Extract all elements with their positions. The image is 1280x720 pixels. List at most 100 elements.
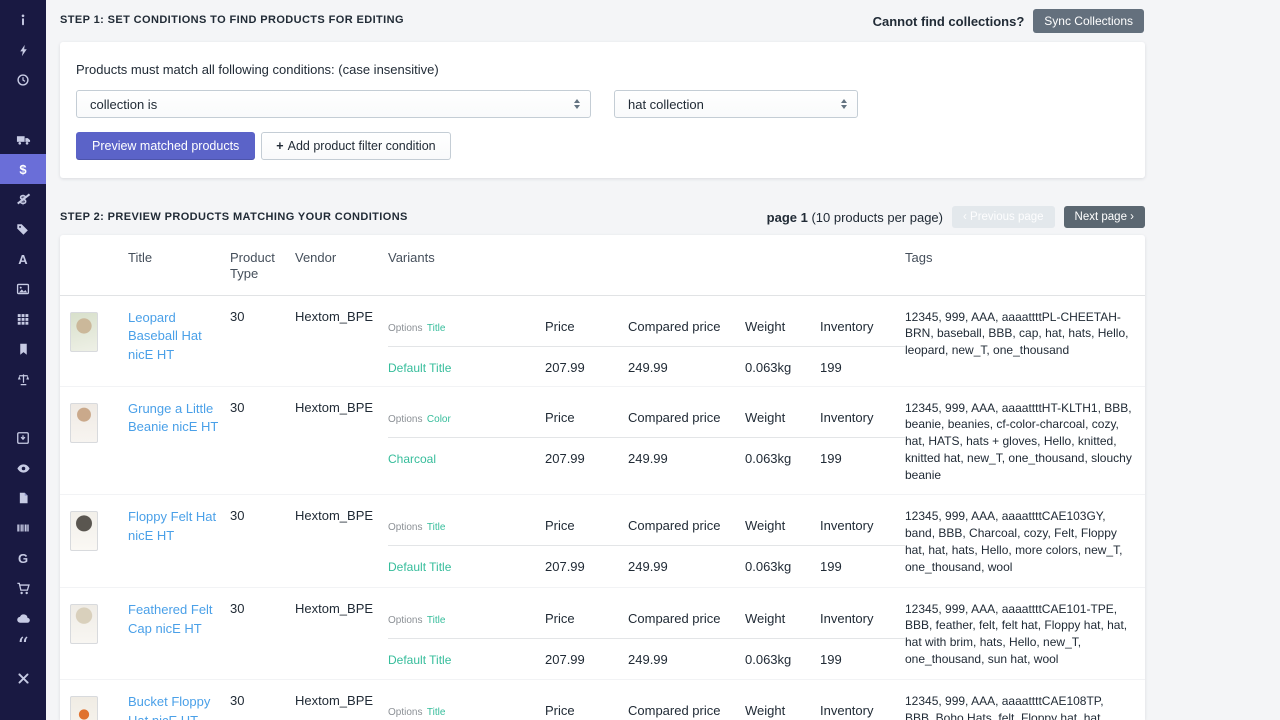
pagination: page 1 (10 products per page) ‹ Previous…: [767, 206, 1145, 228]
product-title-link[interactable]: Bucket Floppy Hat nicE HT: [128, 693, 230, 720]
sidebar-item-google[interactable]: G: [0, 543, 46, 573]
variant-price: 207.99: [545, 360, 628, 375]
sidebar-item-barcode[interactable]: [0, 513, 46, 543]
product-tags: 12345, 999, AAA, aaaattttHT-KLTH1, BBB, …: [905, 400, 1145, 484]
condition-field-value: collection is: [90, 97, 157, 112]
variant-price: 207.99: [545, 559, 628, 574]
next-page-button[interactable]: Next page ›: [1064, 206, 1145, 228]
product-thumbnail[interactable]: [70, 604, 98, 644]
header-vendor: Vendor: [295, 250, 388, 283]
sidebar-item-cart[interactable]: [0, 573, 46, 603]
condition-field-select[interactable]: collection is: [76, 90, 591, 118]
select-stepper-icon: [574, 99, 580, 109]
variant-name: Default Title: [388, 361, 545, 375]
product-thumbnail[interactable]: [70, 696, 98, 720]
header-product-type: Product Type: [230, 250, 295, 283]
product-title-link[interactable]: Grunge a Little Beanie nicE HT: [128, 400, 230, 438]
sidebar-item-tools[interactable]: [0, 663, 46, 693]
variant-compared-price: 249.99: [628, 360, 745, 375]
options-label: Options: [388, 615, 422, 626]
variants-cell: Options Title Price Compared price Weigh…: [388, 517, 905, 575]
price-header: Price: [545, 703, 628, 718]
previous-page-button[interactable]: ‹ Previous page: [952, 206, 1055, 228]
option-name: Title: [427, 615, 446, 626]
variant-inventory: 199: [820, 559, 905, 574]
inbox-icon: [16, 431, 30, 445]
plus-icon: +: [276, 139, 283, 153]
truck-icon: [16, 132, 31, 147]
table-header-row: Title Product Type Vendor Variants Tags: [60, 235, 1145, 296]
variant-weight: 0.063kg: [745, 559, 820, 574]
eye-icon: [16, 461, 31, 476]
sidebar-item-inbox[interactable]: [0, 423, 46, 453]
preview-matched-products-button[interactable]: Preview matched products: [76, 132, 255, 160]
variant-name: Default Title: [388, 653, 545, 667]
table-row: Floppy Felt Hat nicE HT 30 Hextom_BPE Op…: [60, 495, 1145, 587]
sidebar-item-info[interactable]: [0, 5, 46, 35]
product-type: 30: [230, 508, 295, 575]
options-label: Options: [388, 522, 422, 533]
page-info: (10 products per page): [811, 210, 943, 225]
add-filter-condition-button[interactable]: +Add product filter condition: [261, 132, 450, 160]
top-right-actions: Cannot find collections? Sync Collection…: [873, 9, 1144, 33]
product-title-link[interactable]: Leopard Baseball Hat nicE HT: [128, 309, 230, 366]
variant-inventory: 199: [820, 652, 905, 667]
price-header: Price: [545, 410, 628, 425]
sidebar-item-dollar-off[interactable]: $: [0, 184, 46, 214]
inventory-header: Inventory: [820, 611, 905, 626]
inventory-header: Inventory: [820, 518, 905, 533]
variant-weight: 0.063kg: [745, 451, 820, 466]
sidebar-item-quote[interactable]: “: [0, 633, 46, 663]
options-label: Options: [388, 323, 422, 334]
cart-icon: [16, 581, 31, 596]
sidebar-item-grid[interactable]: [0, 304, 46, 334]
conditions-card: Products must match all following condit…: [60, 42, 1145, 178]
step2-heading: STEP 2: PREVIEW PRODUCTS MATCHING YOUR C…: [60, 211, 408, 223]
table-row: Feathered Felt Cap nicE HT 30 Hextom_BPE…: [60, 588, 1145, 680]
sidebar-item-eye[interactable]: [0, 453, 46, 483]
sidebar-item-image[interactable]: [0, 274, 46, 304]
sidebar-item-dollar[interactable]: $: [0, 154, 46, 184]
sidebar-item-lightning[interactable]: [0, 35, 46, 65]
sidebar-item-cloud[interactable]: [0, 603, 46, 633]
sidebar-item-tag[interactable]: [0, 214, 46, 244]
table-row: Grunge a Little Beanie nicE HT 30 Hextom…: [60, 387, 1145, 496]
condition-value-text: hat collection: [628, 97, 704, 112]
product-thumbnail[interactable]: [70, 312, 98, 352]
sidebar-item-truck[interactable]: [0, 124, 46, 154]
product-thumbnail[interactable]: [70, 403, 98, 443]
product-type: 30: [230, 309, 295, 375]
inventory-header: Inventory: [820, 410, 905, 425]
product-tags: 12345, 999, AAA, aaaattttCAE108TP, BBB, …: [905, 693, 1145, 720]
sidebar: $$ A G “: [0, 0, 46, 720]
condition-value-select[interactable]: hat collection: [614, 90, 858, 118]
product-thumbnail[interactable]: [70, 511, 98, 551]
variants-cell: Options Title Price Compared price Weigh…: [388, 318, 905, 375]
variant-compared-price: 249.99: [628, 451, 745, 466]
product-vendor: Hextom_BPE: [295, 693, 388, 720]
product-tags: 12345, 999, AAA, aaaattttCAE103GY, band,…: [905, 508, 1145, 575]
sync-collections-button[interactable]: Sync Collections: [1033, 9, 1144, 33]
product-vendor: Hextom_BPE: [295, 601, 388, 668]
product-title-link[interactable]: Feathered Felt Cap nicE HT: [128, 601, 230, 639]
match-conditions-label: Products must match all following condit…: [76, 62, 1129, 77]
variant-inventory: 199: [820, 360, 905, 375]
option-name: Title: [427, 522, 446, 533]
variant-weight: 0.063kg: [745, 360, 820, 375]
product-title-link[interactable]: Floppy Felt Hat nicE HT: [128, 508, 230, 546]
table-row: Leopard Baseball Hat nicE HT 30 Hextom_B…: [60, 296, 1145, 387]
compared-price-header: Compared price: [628, 410, 745, 425]
sidebar-item-clock[interactable]: [0, 65, 46, 95]
compared-price-header: Compared price: [628, 611, 745, 626]
sidebar-item-scale[interactable]: [0, 364, 46, 394]
price-header: Price: [545, 518, 628, 533]
product-tags: 12345, 999, AAA, aaaattttCAE101-TPE, BBB…: [905, 601, 1145, 668]
info-icon: [16, 13, 30, 27]
sidebar-item-bookmark[interactable]: [0, 334, 46, 364]
cloud-icon: [16, 611, 31, 626]
sidebar-item-document[interactable]: [0, 483, 46, 513]
variant-price: 207.99: [545, 451, 628, 466]
options-label: Options: [388, 707, 422, 718]
tag-icon: [16, 222, 30, 236]
sidebar-item-font[interactable]: A: [0, 244, 46, 274]
